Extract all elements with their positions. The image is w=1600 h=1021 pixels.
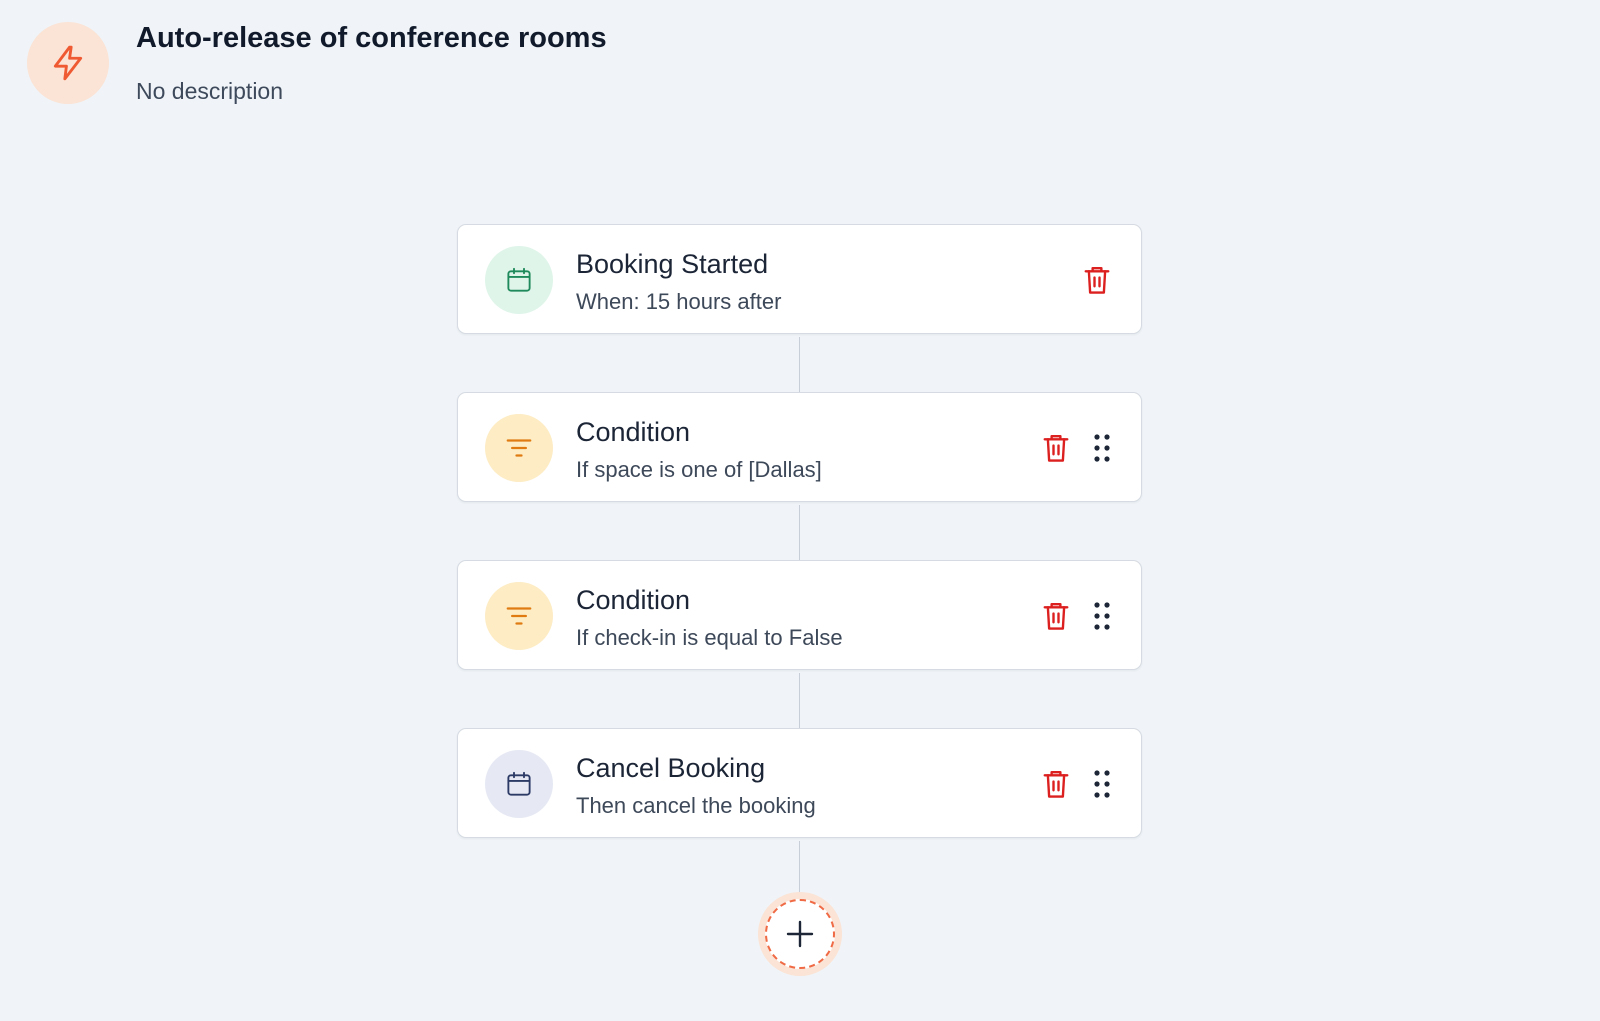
calendar-icon [507,771,531,796]
flow-connector [799,337,800,393]
trash-icon [1043,770,1069,798]
flow-connector [799,505,800,561]
add-step-button-inner[interactable] [765,899,835,969]
trash-icon [1084,266,1110,294]
step-card-cancel-booking[interactable]: Cancel Booking Then cancel the booking [457,728,1142,838]
delete-step-button[interactable] [1039,430,1073,466]
step-icon [485,750,553,818]
drag-handle-icon [1094,434,1110,462]
page-description: No description [136,78,284,104]
flow-connector [799,841,800,893]
add-step-button[interactable] [758,892,842,976]
step-title: Booking Started [576,249,769,279]
step-title: Condition [576,417,691,447]
drag-handle-icon [1094,602,1110,630]
step-subtitle: If check-in is equal to False [576,625,843,650]
page-title: Auto-release of conference rooms [136,22,607,54]
step-subtitle: Then cancel the booking [576,793,816,818]
step-title: Condition [576,585,691,615]
filter-icon [506,607,532,625]
filter-icon [506,439,532,457]
step-card-booking-started[interactable]: Booking Started When: 15 hours after [457,224,1142,334]
trash-icon [1043,434,1069,462]
step-icon [485,582,553,650]
trash-icon [1043,602,1069,630]
calendar-icon [507,267,531,292]
step-card-condition[interactable]: Condition If check-in is equal to False [457,560,1142,670]
plus-icon [786,920,814,948]
step-subtitle: When: 15 hours after [576,289,782,314]
delete-step-button[interactable] [1080,262,1114,298]
drag-handle[interactable] [1090,430,1114,466]
step-title: Cancel Booking [576,753,766,783]
delete-step-button[interactable] [1039,766,1073,802]
drag-handle[interactable] [1090,598,1114,634]
step-icon [485,414,553,482]
step-subtitle: If space is one of [Dallas] [576,457,822,482]
drag-handle[interactable] [1090,766,1114,802]
flow-connector [799,673,800,729]
automation-icon [27,22,109,104]
step-icon [485,246,553,314]
drag-handle-icon [1094,770,1110,798]
step-card-condition[interactable]: Condition If space is one of [Dallas] [457,392,1142,502]
lightning-bolt-icon [53,45,83,81]
delete-step-button[interactable] [1039,598,1073,634]
